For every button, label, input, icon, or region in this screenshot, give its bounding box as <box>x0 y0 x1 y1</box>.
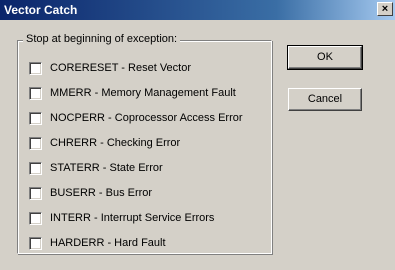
checkbox-staterr[interactable]: STATERR - State Error <box>29 160 163 176</box>
checkbox-buserr[interactable]: BUSERR - Bus Error <box>29 185 152 201</box>
checkbox-box[interactable] <box>29 86 42 100</box>
checkbox-harderr[interactable]: HARDERR - Hard Fault <box>29 235 166 251</box>
title-bar: Vector Catch × <box>0 0 395 20</box>
checkbox-box[interactable] <box>29 236 42 250</box>
ok-button[interactable]: OK <box>287 45 363 70</box>
checkbox-label: NOCPERR - Coprocessor Access Error <box>50 112 243 124</box>
checkbox-label: INTERR - Interrupt Service Errors <box>50 212 215 224</box>
checkbox-box[interactable] <box>29 61 42 75</box>
checkbox-box[interactable] <box>29 111 42 125</box>
checkbox-label: BUSERR - Bus Error <box>50 187 153 199</box>
vector-catch-dialog: Vector Catch × Stop at beginning of exce… <box>0 0 395 270</box>
cancel-button[interactable]: Cancel <box>288 88 362 111</box>
dialog-title: Vector Catch <box>4 3 78 17</box>
checkbox-label: HARDERR - Hard Fault <box>50 237 166 249</box>
groupbox-label: Stop at beginning of exception: <box>23 33 181 45</box>
checkbox-interr[interactable]: INTERR - Interrupt Service Errors <box>29 210 214 226</box>
checkbox-mmerr[interactable]: MMERR - Memory Management Fault <box>29 85 236 101</box>
checkbox-label: STATERR - State Error <box>50 162 163 174</box>
close-button[interactable]: × <box>377 2 393 16</box>
close-icon: × <box>381 3 389 15</box>
checkbox-label: MMERR - Memory Management Fault <box>50 87 236 99</box>
checkbox-box[interactable] <box>29 186 42 200</box>
checkbox-chrerr[interactable]: CHRERR - Checking Error <box>29 135 180 151</box>
checkbox-box[interactable] <box>29 136 42 150</box>
checkbox-label: CORERESET - Reset Vector <box>50 62 192 74</box>
checkbox-corereset[interactable]: CORERESET - Reset Vector <box>29 60 191 76</box>
checkbox-box[interactable] <box>29 161 42 175</box>
checkbox-label: CHRERR - Checking Error <box>50 137 181 149</box>
checkbox-nocperr[interactable]: NOCPERR - Coprocessor Access Error <box>29 110 243 126</box>
checkbox-box[interactable] <box>29 211 42 225</box>
